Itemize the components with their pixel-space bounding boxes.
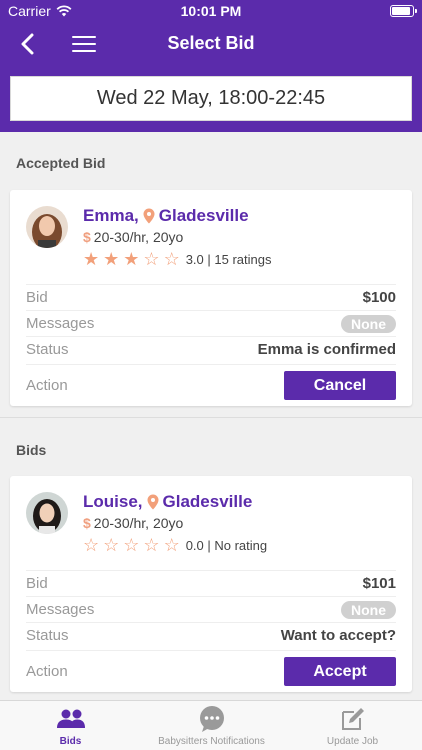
messages-badge[interactable]: None (341, 600, 396, 619)
tab-label: Bids (59, 736, 82, 747)
action-row: Action Accept (26, 650, 396, 692)
location-pin-icon (143, 208, 155, 224)
action-label: Action (26, 663, 68, 680)
star-empty-icon: ☆ (83, 535, 100, 555)
sitter-name[interactable]: Louise, (83, 492, 143, 512)
tab-label: Update Job (326, 736, 379, 747)
dollar-icon: $ (83, 229, 91, 245)
people-icon (56, 706, 86, 732)
accepted-bid-card: Emma, Gladesville $ 20-30/hr, 20yo ★ ★ ★ ☆ ☆… (10, 190, 412, 406)
sitter-location: Gladesville (162, 492, 253, 511)
rating-text: 0.0 | No rating (185, 537, 268, 553)
nav-bar: Select Bid (0, 22, 422, 66)
status-label: Status (26, 341, 69, 358)
messages-row: Messages None (26, 310, 396, 336)
bid-label: Bid (26, 289, 48, 306)
cancel-button[interactable]: Cancel (284, 371, 396, 400)
star-filled-icon: ★ (123, 249, 140, 269)
sitter-location: Gladesville (158, 206, 249, 225)
rate-row: $ 20-30/hr, 20yo (83, 515, 183, 531)
status-row: Status Emma is confirmed (26, 336, 396, 362)
messages-badge[interactable]: None (341, 314, 396, 333)
section-accepted-bid: Accepted Bid (16, 155, 106, 171)
star-empty-icon: ☆ (163, 249, 180, 269)
location-pin-icon (147, 494, 159, 510)
status-row: Status Want to accept? (26, 622, 396, 648)
rate-text: 20-30/hr, 20yo (93, 229, 184, 245)
star-empty-icon: ☆ (143, 249, 160, 269)
chat-bubble-icon (197, 706, 227, 732)
sitter-name[interactable]: Emma, (83, 206, 139, 226)
star-empty-icon: ☆ (103, 535, 120, 555)
status-label: Status (26, 627, 69, 644)
star-filled-icon: ★ (103, 249, 120, 269)
action-row: Action Cancel (26, 364, 396, 406)
messages-row: Messages None (26, 596, 396, 622)
bid-value: $100 (362, 289, 396, 306)
status-value: Emma is confirmed (257, 341, 396, 358)
star-filled-icon: ★ (83, 249, 100, 269)
dollar-icon: $ (83, 515, 91, 531)
rating-row: ★ ★ ★ ☆ ☆ 3.0 | 15 ratings (83, 250, 271, 268)
tab-bids[interactable]: Bids (0, 701, 141, 750)
status-value: Want to accept? (280, 627, 396, 644)
rating-row: ☆ ☆ ☆ ☆ ☆ 0.0 | No rating (83, 536, 267, 554)
star-empty-icon: ☆ (143, 535, 160, 555)
section-bids: Bids (16, 442, 47, 458)
rate-text: 20-30/hr, 20yo (93, 515, 184, 531)
tab-babysitters-notifications[interactable]: Babysitters Notifications (141, 701, 282, 750)
avatar[interactable] (26, 492, 68, 534)
tab-label: Babysitters Notifications (158, 736, 265, 747)
star-empty-icon: ☆ (163, 535, 180, 555)
sitter-name-row: Emma, Gladesville (83, 206, 249, 226)
sitter-name-row: Louise, Gladesville (83, 492, 252, 512)
action-label: Action (26, 377, 68, 394)
star-rating: ☆ ☆ ☆ ☆ ☆ (83, 536, 180, 554)
bid-row: Bid $101 (26, 570, 396, 596)
clock: 10:01 PM (180, 3, 242, 19)
accept-button[interactable]: Accept (284, 657, 396, 686)
star-empty-icon: ☆ (123, 535, 140, 555)
edit-icon (338, 706, 368, 732)
star-rating: ★ ★ ★ ☆ ☆ (83, 250, 180, 268)
messages-label: Messages (26, 601, 95, 618)
section-divider (0, 417, 422, 418)
date-range[interactable]: Wed 22 May, 18:00-22:45 (10, 76, 412, 121)
header: Carrier 10:01 PM Select Bid Wed 22 May, … (0, 0, 422, 132)
rating-text: 3.0 | 15 ratings (185, 251, 272, 267)
battery-icon (390, 5, 417, 17)
tab-bar: Bids Babysitters Notifications Update Jo… (0, 700, 422, 750)
bid-value: $101 (362, 575, 396, 592)
rate-row: $ 20-30/hr, 20yo (83, 229, 183, 245)
messages-label: Messages (26, 315, 95, 332)
bid-card: Louise, Gladesville $ 20-30/hr, 20yo ☆ ☆ ☆… (10, 476, 412, 692)
tab-update-job[interactable]: Update Job (282, 701, 422, 750)
page-title: Select Bid (167, 33, 255, 53)
bid-row: Bid $100 (26, 284, 396, 310)
avatar[interactable] (26, 206, 68, 248)
status-bar: Carrier 10:01 PM (0, 0, 422, 22)
bid-label: Bid (26, 575, 48, 592)
